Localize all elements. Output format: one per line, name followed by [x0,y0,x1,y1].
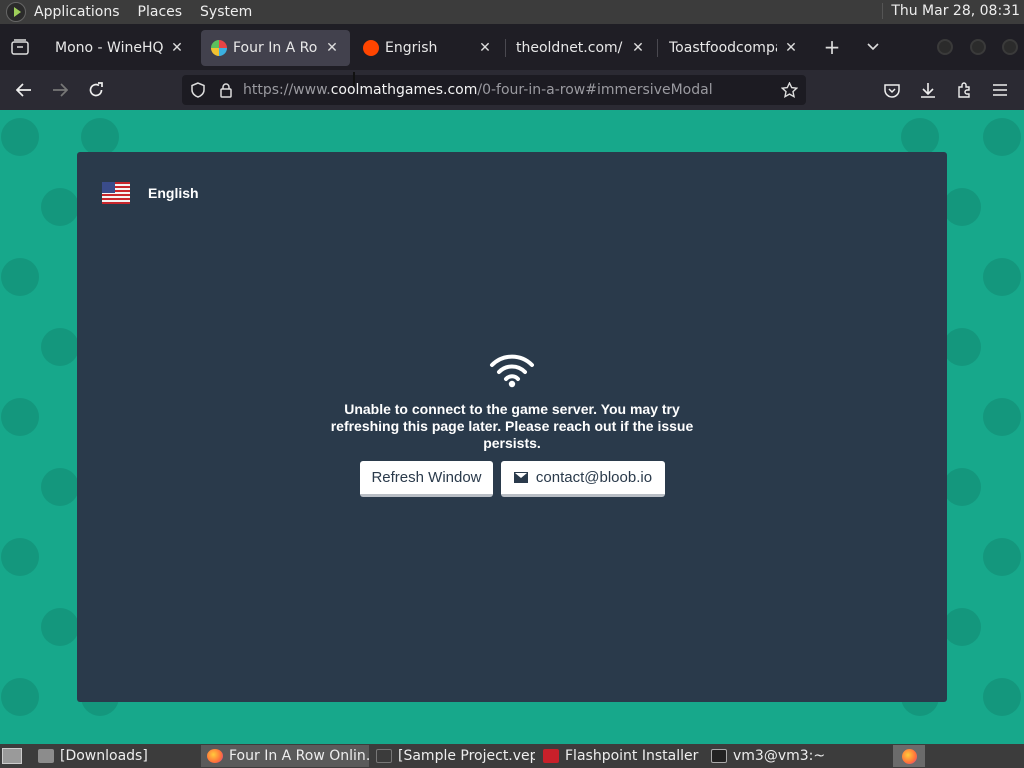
flashpoint-icon [543,749,559,763]
navigation-toolbar: https://www.coolmathgames.com/0-four-in-… [0,70,1024,110]
extensions-icon[interactable] [949,75,979,105]
language-selector[interactable]: English [102,182,199,204]
pocket-icon[interactable] [877,75,907,105]
page-viewport: English Unable to connect to the game se… [0,110,1024,744]
window-close-icon[interactable] [1002,39,1018,55]
close-tab-icon[interactable]: ✕ [783,40,799,56]
tab-title: Four In A Row Game [233,40,318,56]
window-minimize-icon[interactable] [937,39,953,55]
menu-applications[interactable]: Applications [34,4,120,20]
folder-icon [38,749,54,763]
tracking-protection-shield-icon[interactable] [187,82,209,98]
back-icon[interactable] [9,75,39,105]
firefox-tray-icon[interactable] [893,745,925,767]
background-dot [943,468,981,506]
contact-email-button[interactable]: contact@bloob.io [501,461,665,497]
taskbar-item-sample-project[interactable]: [Sample Project.vep… [370,745,535,767]
background-dot [983,258,1021,296]
taskbar-item-label: Four In A Row Onlin… [229,748,369,764]
taskbar-item-label: vm3@vm3:~ [733,748,826,764]
taskbar-item-flashpoint[interactable]: Flashpoint Installer [537,745,702,767]
language-label: English [148,185,199,201]
background-dot [1,258,39,296]
background-dot [81,118,119,156]
contact-email-label: contact@bloob.io [535,469,653,486]
tab-title: Engrish [385,40,438,56]
us-flag-icon [102,182,130,204]
tab-bar: Mono - WineHQ Wiki ✕ Four In A Row Game … [0,24,1024,70]
menu-system[interactable]: System [200,4,252,20]
background-dot [41,328,79,366]
tab-theoldnet[interactable]: theoldnet.com/ ✕ [506,30,656,66]
new-tab-icon[interactable]: + [814,29,850,65]
connection-error-modal: English Unable to connect to the game se… [77,152,947,702]
close-tab-icon[interactable]: ✕ [630,40,646,56]
background-dot [1,538,39,576]
refresh-window-label: Refresh Window [371,469,482,486]
lock-icon[interactable] [215,82,237,98]
background-dot [943,328,981,366]
close-tab-icon[interactable]: ✕ [169,40,185,56]
taskbar-item-label: Flashpoint Installer [565,748,699,764]
bookmark-star-icon[interactable] [778,82,800,98]
background-dot [41,608,79,646]
window-maximize-icon[interactable] [970,39,986,55]
terminal-icon [711,749,727,763]
hamburger-menu-icon[interactable] [985,75,1015,105]
tab-title: Toastfoodcompany [669,40,777,56]
taskbar: [Downloads] Four In A Row Onlin… [Sample… [0,744,1024,768]
background-dot [983,398,1021,436]
error-message: Unable to connect to the game server. Yo… [330,401,694,451]
taskbar-item-label: [Downloads] [60,748,148,764]
tab-mono-winehq[interactable]: Mono - WineHQ Wiki ✕ [45,30,195,66]
tab-title: Mono - WineHQ Wiki [55,40,163,56]
wifi-icon [490,354,534,388]
envelope-icon [513,472,528,483]
background-dot [943,188,981,226]
tab-overview-icon[interactable] [2,29,38,65]
background-dot [1,118,39,156]
close-tab-icon[interactable]: ✕ [477,40,493,56]
url-text[interactable]: https://www.coolmathgames.com/0-four-in-… [243,82,713,98]
tab-separator [657,39,658,57]
close-tab-icon[interactable]: ✕ [324,40,340,56]
reload-icon[interactable] [81,75,111,105]
url-bar[interactable]: https://www.coolmathgames.com/0-four-in-… [182,75,806,105]
taskbar-item-label: [Sample Project.vep… [398,748,535,764]
background-dot [1,678,39,716]
background-dot [983,678,1021,716]
tab-toastfoodcompany[interactable]: Toastfoodcompany ✕ [659,30,809,66]
background-dot [983,118,1021,156]
reddit-favicon-icon [363,40,379,56]
background-dot [983,538,1021,576]
background-dot [41,468,79,506]
forward-icon[interactable] [45,75,75,105]
firefox-icon [207,749,223,763]
tab-four-in-a-row[interactable]: Four In A Row Game ✕ [201,30,350,66]
taskbar-item-terminal[interactable]: vm3@vm3:~ [705,745,870,767]
taskbar-item-firefox[interactable]: Four In A Row Onlin… [201,745,369,767]
list-all-tabs-icon[interactable] [855,29,891,65]
url-path: /0-four-in-a-row#immersiveModal [477,82,713,98]
panel-clock[interactable]: Thu Mar 28, 08:31 [882,3,1020,19]
show-desktop-icon[interactable] [2,748,22,764]
background-dot [41,188,79,226]
menu-places[interactable]: Places [138,4,183,20]
url-prefix: https://www. [243,82,331,98]
background-dot [1,398,39,436]
background-dot [901,118,939,156]
distro-logo-icon[interactable] [6,2,26,22]
top-panel: Applications Places System Thu Mar 28, 0… [0,0,1024,24]
text-cursor-icon [353,72,355,86]
coolmath-favicon-icon [211,40,227,56]
app-icon [376,749,392,763]
background-dot [943,608,981,646]
refresh-window-button[interactable]: Refresh Window [360,461,493,497]
tab-engrish[interactable]: Engrish ✕ [353,30,503,66]
taskbar-item-downloads[interactable]: [Downloads] [32,745,197,767]
tab-title: theoldnet.com/ [516,40,623,56]
downloads-icon[interactable] [913,75,943,105]
